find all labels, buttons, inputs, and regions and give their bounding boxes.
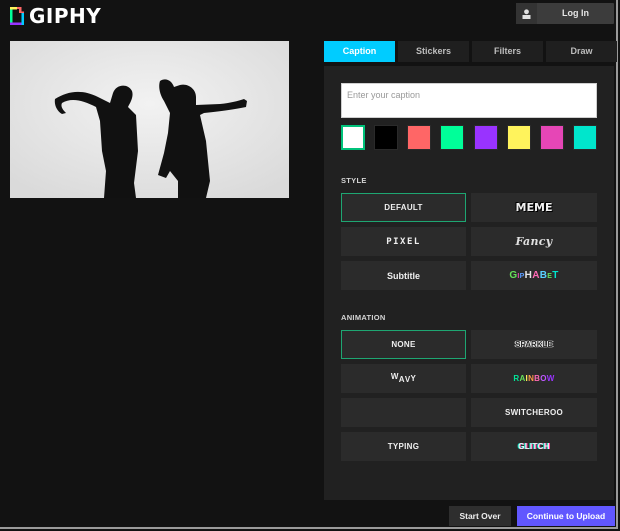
style-option-fancy[interactable]: Fancy	[471, 227, 597, 256]
style-option-label: DEFAULT	[384, 203, 423, 212]
login-button[interactable]: Log In	[516, 3, 614, 24]
style-option-giphabet[interactable]: GIPHABET	[471, 261, 597, 290]
style-options: DEFAULT MEME PIXEL Fancy Subtitle GIPHAB…	[341, 193, 597, 290]
user-icon	[516, 3, 537, 24]
tab-caption[interactable]: Caption	[324, 41, 395, 62]
color-swatch-red[interactable]	[407, 125, 432, 150]
login-label: Log In	[562, 8, 589, 18]
style-section-label: STYLE	[341, 176, 367, 185]
color-swatch-black[interactable]	[374, 125, 399, 150]
animation-option-glitch[interactable]: GLITCH	[471, 432, 597, 461]
giphy-logo-icon	[10, 7, 24, 25]
start-over-button[interactable]: Start Over	[449, 506, 511, 526]
style-option-label: MEME	[515, 201, 553, 214]
giphy-logo[interactable]: GIPHY	[10, 6, 101, 26]
animation-option-blank[interactable]	[341, 398, 466, 427]
color-swatch-white[interactable]	[341, 125, 365, 150]
animation-option-label: RAINBOW	[513, 374, 555, 383]
logo-text: GIPHY	[29, 4, 102, 28]
continue-to-upload-button[interactable]: Continue to Upload	[517, 506, 615, 526]
animation-options: NONE SPARKLE WAVY RAINBOW SWITCHEROO TYP…	[341, 330, 597, 461]
caption-input[interactable]	[341, 83, 597, 118]
color-swatches	[341, 125, 597, 150]
style-option-pixel[interactable]: PIXEL	[341, 227, 466, 256]
style-option-label: PIXEL	[386, 236, 421, 247]
style-option-subtitle[interactable]: Subtitle	[341, 261, 466, 290]
style-option-label: Fancy	[515, 235, 553, 248]
editor-tabs: Caption Stickers Filters Draw	[324, 41, 618, 62]
color-swatch-purple[interactable]	[473, 125, 498, 150]
animation-option-label: SPARKLE	[515, 340, 553, 349]
app-frame: GIPHY Log In Caption Stickers Filters Dr…	[0, 0, 618, 529]
color-swatch-green[interactable]	[440, 125, 465, 150]
animation-option-label: WAVY	[390, 372, 417, 384]
animation-section-label: ANIMATION	[341, 313, 386, 322]
animation-option-switcheroo[interactable]: SWITCHEROO	[471, 398, 597, 427]
animation-option-label: SWITCHEROO	[504, 408, 564, 417]
dancers-image	[10, 41, 289, 198]
animation-option-label: GLITCH	[518, 442, 550, 451]
color-swatch-pink[interactable]	[539, 125, 564, 150]
tab-draw[interactable]: Draw	[546, 41, 617, 62]
animation-option-rainbow[interactable]: RAINBOW	[471, 364, 597, 393]
color-swatch-teal[interactable]	[572, 125, 597, 150]
style-option-meme[interactable]: MEME	[471, 193, 597, 222]
gif-preview	[10, 41, 289, 198]
animation-option-wavy[interactable]: WAVY	[341, 364, 466, 393]
animation-option-none[interactable]: NONE	[341, 330, 466, 359]
tab-stickers[interactable]: Stickers	[398, 41, 469, 62]
tab-filters[interactable]: Filters	[472, 41, 543, 62]
animation-option-label: TYPING	[387, 442, 420, 451]
animation-option-label: NONE	[391, 340, 416, 349]
color-swatch-yellow[interactable]	[506, 125, 531, 150]
style-option-label: GIPHABET	[509, 270, 559, 281]
animation-option-sparkle[interactable]: SPARKLE	[471, 330, 597, 359]
caption-panel: STYLE DEFAULT MEME PIXEL Fancy Subtitle …	[324, 66, 614, 500]
style-option-label: Subtitle	[387, 270, 420, 281]
animation-option-typing[interactable]: TYPING	[341, 432, 466, 461]
style-option-default[interactable]: DEFAULT	[341, 193, 466, 222]
